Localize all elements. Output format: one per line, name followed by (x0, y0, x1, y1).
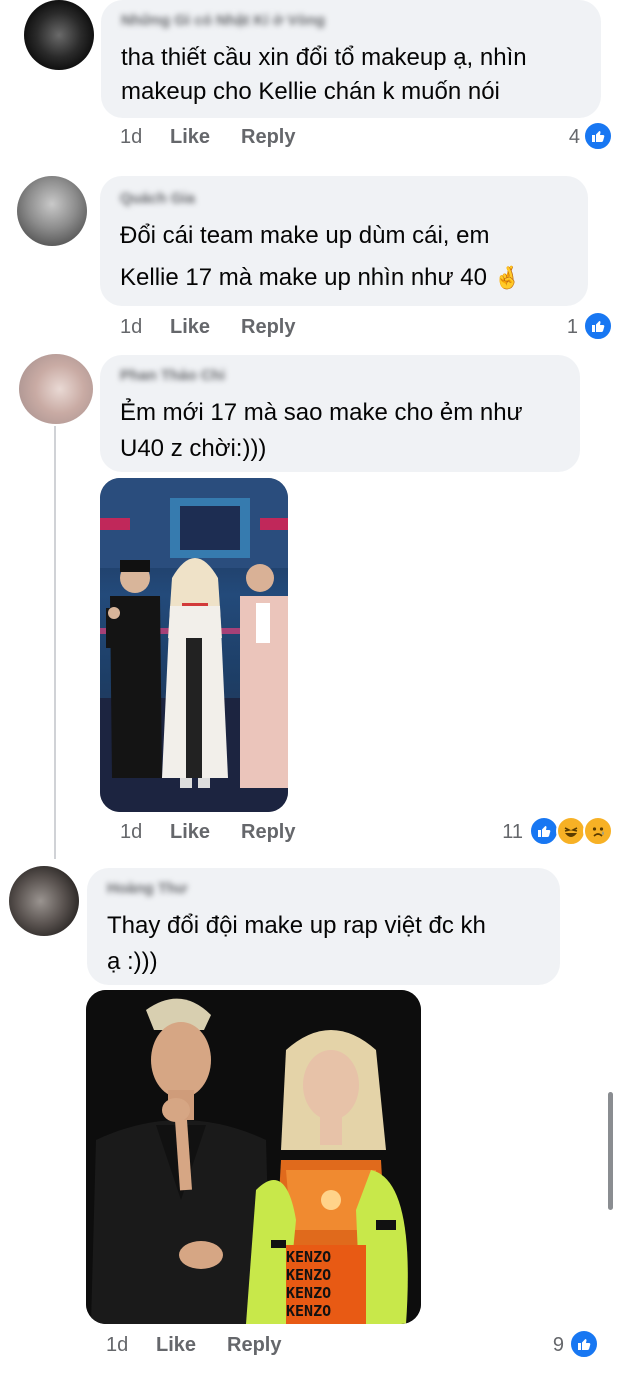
reaction-count[interactable]: 1 (538, 316, 578, 339)
comment-text-line: Kellie 17 mà make up nhìn như 40 🤞 (120, 260, 521, 296)
comment-bubble: Hoàng Thư Thay đổi đội make up rap việt … (87, 868, 560, 985)
comment-author[interactable]: Phan Thảo Chi (120, 367, 225, 384)
comment-bubble: Phan Thảo Chi Ẻm mới 17 mà sao make cho … (100, 355, 580, 472)
comment-text-line: tha thiết cầu xin đổi tổ makeup ạ, nhìn (121, 44, 527, 71)
reply-button[interactable]: Reply (241, 821, 295, 844)
comment-author[interactable]: Những Gì có Nhật Kí ở Vòng (121, 12, 325, 29)
crossed-fingers-emoji: 🤞 (493, 265, 522, 290)
comment-photo[interactable] (100, 478, 288, 812)
like-icon[interactable] (583, 121, 613, 151)
scrollbar-thumb[interactable] (608, 1092, 613, 1210)
like-button[interactable]: Like (170, 821, 210, 844)
comment-author[interactable]: Hoàng Thư (107, 880, 187, 897)
like-icon[interactable] (529, 816, 559, 846)
reaction-count[interactable]: 9 (524, 1334, 564, 1357)
reply-button[interactable]: Reply (227, 1334, 281, 1357)
comment-bubble: Những Gì có Nhật Kí ở Vòng tha thiết cầu… (101, 0, 601, 118)
comment-timestamp[interactable]: 1d (120, 126, 142, 149)
laughing-face-icon[interactable] (556, 816, 586, 846)
like-button[interactable]: Like (170, 126, 210, 149)
sad-face-icon[interactable] (583, 816, 613, 846)
like-button[interactable]: Like (170, 316, 210, 339)
comment-text-line: Đổi cái team make up dùm cái, em (120, 222, 490, 249)
stage-scene-image (100, 478, 288, 812)
comment-text-line: makeup cho Kellie chán k muốn nói (121, 78, 500, 105)
kenzo-tile: KENZO (286, 1302, 332, 1320)
thread-line (54, 426, 56, 859)
comment-timestamp[interactable]: 1d (106, 1334, 128, 1357)
avatar[interactable] (9, 866, 79, 936)
kenzo-tile: KENZO (286, 1284, 332, 1302)
reaction-count[interactable]: 4 (540, 126, 580, 149)
comment-bubble: Quách Gia Đổi cái team make up dùm cái, … (100, 176, 588, 306)
kenzo-tile: KENZO (286, 1266, 332, 1284)
like-icon[interactable] (569, 1329, 599, 1359)
comment-author[interactable]: Quách Gia (120, 190, 195, 207)
comment-text-line: Ẻm mới 17 mà sao make cho ẻm như (120, 399, 523, 426)
comment-timestamp[interactable]: 1d (120, 821, 142, 844)
avatar[interactable] (17, 176, 87, 246)
like-icon[interactable] (583, 311, 613, 341)
reaction-count[interactable]: 11 (483, 821, 523, 844)
comment-text-line: ạ :))) (107, 948, 158, 975)
comment-text-line: Thay đổi đội make up rap việt đc kh (107, 912, 486, 939)
avatar[interactable] (24, 0, 94, 70)
comment-text-line: U40 z chời:))) (120, 435, 267, 462)
reply-button[interactable]: Reply (241, 316, 295, 339)
avatar[interactable] (19, 354, 93, 424)
like-button[interactable]: Like (156, 1334, 196, 1357)
reply-button[interactable]: Reply (241, 126, 295, 149)
portrait-image (86, 990, 421, 1324)
comment-photo[interactable]: KENZO KENZO KENZO KENZO (86, 990, 421, 1324)
kenzo-tile: KENZO (286, 1248, 332, 1266)
comment-timestamp[interactable]: 1d (120, 316, 142, 339)
kenzo-print: KENZO KENZO KENZO KENZO (286, 1248, 366, 1320)
comment-text-content: Kellie 17 mà make up nhìn như 40 (120, 264, 487, 291)
